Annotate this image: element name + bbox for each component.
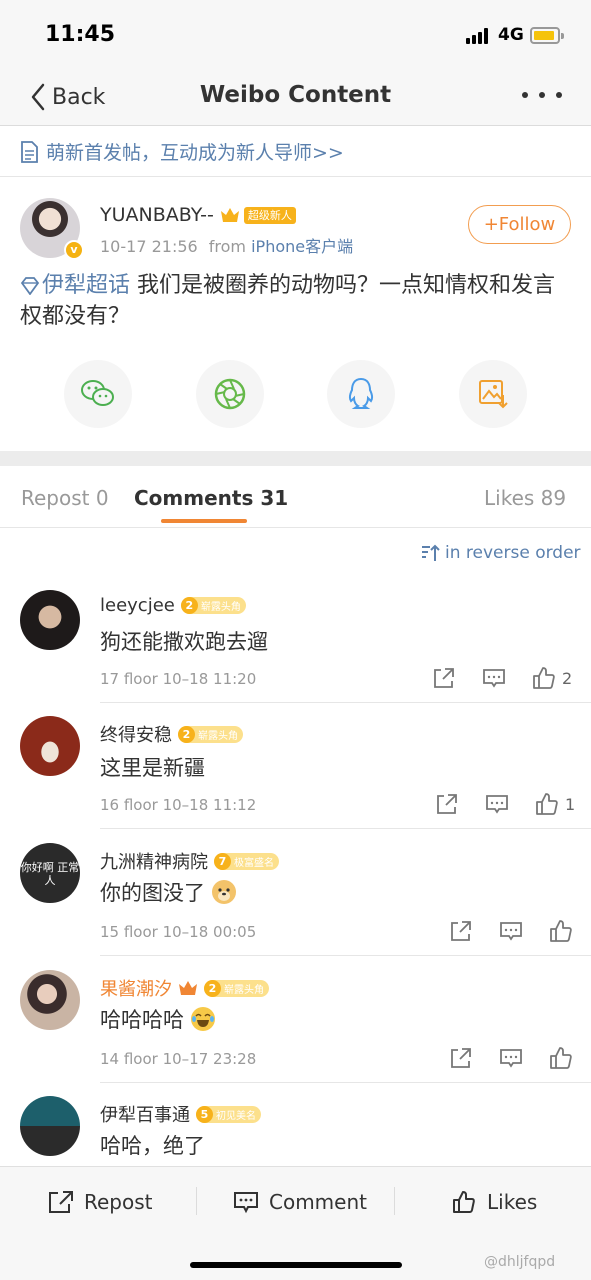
like-count: 1 [565, 794, 576, 814]
vip-crown-icon [179, 981, 197, 995]
comment-bubble-icon [234, 1192, 258, 1214]
post-source[interactable]: iPhone客户端 [251, 237, 353, 256]
commenter-avatar[interactable]: 你好啊 正常人 [20, 843, 80, 903]
battery-icon [530, 27, 564, 44]
comment-text: 你的图没了 [100, 877, 237, 907]
moments-icon[interactable] [196, 360, 264, 428]
share-icon[interactable] [449, 1046, 473, 1070]
like-count: 2 [562, 668, 573, 688]
comment-divider [100, 828, 591, 829]
comment-meta: 16 floor 10–18 11:12 [100, 796, 257, 814]
commenter-avatar[interactable] [20, 590, 80, 650]
sort-toggle[interactable]: in reverse order [420, 543, 581, 563]
save-image-icon[interactable] [459, 360, 527, 428]
bar-divider [394, 1187, 395, 1215]
more-icon[interactable] [522, 92, 562, 102]
signal-icon [466, 28, 492, 44]
level-badge: 7 极富盛名 [214, 852, 279, 870]
level-badge: 2 崭露头角 [204, 979, 269, 997]
comment-text: 这里是新疆 [100, 756, 205, 780]
like-button[interactable]: Likes [451, 1187, 537, 1217]
banner-text: 萌新首发帖，互动成为新人导师>> [46, 142, 344, 164]
commenter-avatar[interactable] [20, 716, 80, 776]
topic-link[interactable]: 伊犁超话 [42, 273, 130, 298]
like-icon[interactable] [532, 666, 556, 690]
repost-button[interactable]: Repost [48, 1187, 153, 1217]
comment-icon[interactable] [499, 919, 523, 943]
document-icon [21, 140, 38, 163]
comment-icon[interactable] [499, 1046, 523, 1070]
doge-emoji-icon [212, 880, 236, 904]
status-bar: 11:45 4G [0, 0, 591, 70]
comment-text: 哈哈，绝了 [100, 1134, 205, 1158]
member-crown-icon [220, 208, 239, 222]
post-date: 10-17 21:56 [100, 237, 198, 256]
share-icon[interactable] [449, 919, 473, 943]
sort-icon [422, 544, 440, 561]
post-text: 伊犁超话 我们是被圈养的动物吗？一点知情权和发言权都没有？ [20, 270, 575, 332]
laugh-cry-emoji-icon [191, 1007, 215, 1031]
commenter-name[interactable]: 九洲精神病院 [100, 848, 208, 874]
watermark: @dhljfqpd [484, 1254, 556, 1270]
active-tab-indicator [161, 519, 247, 523]
bar-divider [196, 1187, 197, 1215]
diamond-icon [20, 277, 40, 295]
level-badge: 2 崭露头角 [180, 597, 246, 614]
like-icon[interactable] [549, 1046, 573, 1070]
comment-text: 狗还能撒欢跑去遛 [100, 630, 268, 654]
share-icon[interactable] [432, 666, 456, 690]
author-name[interactable]: YUANBABY-- [100, 204, 214, 226]
commenter-avatar[interactable] [20, 1096, 80, 1156]
section-divider [0, 451, 591, 466]
commenter-avatar[interactable] [20, 970, 80, 1030]
repost-icon [49, 1191, 73, 1213]
comment-meta: 17 floor 10–18 11:20 [100, 670, 257, 688]
author-avatar[interactable]: v [20, 198, 84, 260]
author-row: YUANBABY-- 超级新人 [100, 204, 296, 226]
home-indicator[interactable] [190, 1262, 402, 1268]
status-time: 11:45 [45, 22, 116, 47]
comment-meta: 14 floor 10–17 23:28 [100, 1050, 257, 1068]
commenter-name[interactable]: 终得安稳 [100, 721, 172, 747]
level-badge: 5 初见美名 [196, 1105, 261, 1123]
follow-button[interactable]: +Follow [468, 205, 571, 244]
from-label: from [208, 237, 247, 256]
newbie-banner[interactable]: 萌新首发帖，互动成为新人导师>> [0, 127, 591, 177]
comment-divider [100, 1082, 591, 1083]
verified-icon: v [64, 240, 84, 260]
wechat-icon[interactable] [64, 360, 132, 428]
level-badge: 2 崭露头角 [178, 725, 243, 743]
sort-label: in reverse order [445, 543, 581, 563]
commenter-name[interactable]: 果酱潮汐 [100, 975, 172, 1001]
share-row [0, 360, 591, 430]
page-title: Weibo Content [199, 82, 392, 108]
thumbs-up-icon [453, 1191, 475, 1213]
nav-bar: Back Weibo Content [0, 70, 591, 126]
post-meta: 10-17 21:56 from iPhone客户端 [100, 233, 353, 257]
like-icon[interactable] [549, 919, 573, 943]
comment-text: 哈哈哈哈 [100, 1004, 216, 1034]
author-tag: 超级新人 [243, 206, 296, 224]
comment-meta: 15 floor 10–18 00:05 [100, 923, 257, 941]
tab-repost[interactable]: Repost 0 [21, 486, 109, 510]
commenter-name[interactable]: leeycjee [100, 595, 175, 616]
comment-icon[interactable] [482, 666, 506, 690]
comment-divider [100, 955, 591, 956]
comment-divider [100, 702, 591, 703]
share-icon[interactable] [435, 792, 459, 816]
tab-likes[interactable]: Likes 89 [484, 486, 566, 510]
commenter-name[interactable]: 伊犁百事通 [100, 1101, 190, 1127]
like-icon[interactable] [535, 792, 559, 816]
tab-comments[interactable]: Comments 31 [134, 486, 288, 510]
comment-button[interactable]: Comment [233, 1187, 367, 1217]
qq-icon[interactable] [327, 360, 395, 428]
comment-icon[interactable] [485, 792, 509, 816]
interaction-tabs: Repost 0 Comments 31 Likes 89 [0, 466, 591, 528]
network-label: 4G [498, 25, 524, 45]
